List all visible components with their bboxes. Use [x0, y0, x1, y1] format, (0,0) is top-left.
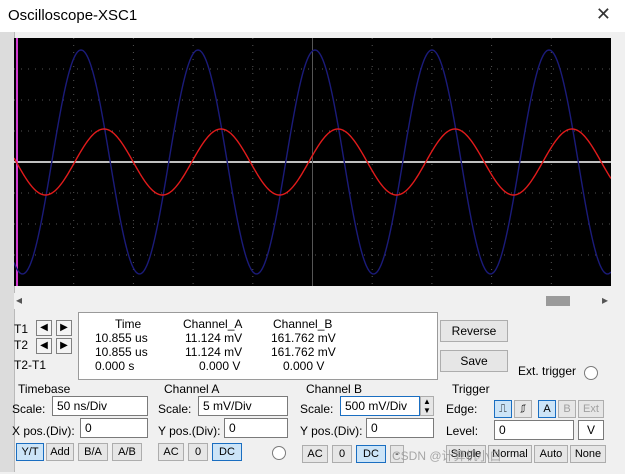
- ext-trigger-label: Ext. trigger: [518, 364, 577, 378]
- trigger-edge-label: Edge:: [446, 402, 478, 416]
- channel-b-ypos-label: Y pos.(Div):: [300, 424, 363, 438]
- mode-ab-button[interactable]: A/B: [112, 443, 142, 461]
- horizontal-scrollbar[interactable]: ◂ ▸: [14, 293, 611, 309]
- waveform-display: [14, 38, 611, 286]
- t1-label: T1: [14, 322, 29, 336]
- timebase-scale-input[interactable]: 50 ns/Div: [52, 396, 148, 416]
- t2-right-button[interactable]: ▶: [56, 338, 72, 354]
- trigger-source-a-button[interactable]: A: [538, 400, 556, 418]
- mode-ba-button[interactable]: B/A: [78, 443, 108, 461]
- t1-channel-a: 11.124 mV: [185, 331, 243, 345]
- channel-a-dc-button[interactable]: DC: [212, 443, 242, 461]
- close-icon[interactable]: ✕: [596, 4, 611, 25]
- channel-b-title: Channel B: [306, 382, 363, 396]
- t2-left-button[interactable]: ◀: [36, 338, 52, 354]
- scroll-right-icon[interactable]: ▸: [602, 293, 608, 307]
- channel-a-ac-button[interactable]: AC: [158, 443, 184, 461]
- channel-b-scale-label: Scale:: [300, 402, 334, 416]
- oscilloscope-window: Oscilloscope-XSC1 ✕ ◂ ▸ T1 T2 T2-T1 ◀ ▶ …: [0, 0, 625, 474]
- timebase-xpos-label: X pos.(Div):: [12, 424, 75, 438]
- channel-b-scale-input[interactable]: 500 mV/Div: [340, 396, 420, 416]
- header-channel-a: Channel_A: [183, 317, 243, 331]
- mode-add-button[interactable]: Add: [46, 443, 74, 461]
- timebase-scale-label: Scale:: [12, 402, 46, 416]
- trigger-none-button[interactable]: None: [570, 445, 606, 463]
- channel-a-scale-input[interactable]: 5 mV/Div: [198, 396, 288, 416]
- scroll-left-icon[interactable]: ◂: [16, 293, 22, 307]
- cursor-readout: T1 T2 T2-T1 ◀ ▶ ◀ ▶ Time Channel_A Chann…: [10, 312, 438, 380]
- trigger-auto-button[interactable]: Auto: [534, 445, 568, 463]
- falling-edge-icon[interactable]: ⎎: [514, 400, 532, 418]
- channel-a-radio[interactable]: [272, 446, 286, 460]
- t2t1-label: T2-T1: [14, 358, 47, 372]
- t1-right-button[interactable]: ▶: [56, 320, 72, 336]
- timebase-title: Timebase: [18, 382, 71, 396]
- t2-time: 10.855 us: [95, 345, 148, 359]
- channel-b-dc-button[interactable]: DC: [356, 445, 386, 463]
- t1-time: 10.855 us: [95, 331, 148, 345]
- channel-a-ypos-label: Y pos.(Div):: [158, 424, 221, 438]
- mode-yt-button[interactable]: Y/T: [16, 443, 44, 461]
- ext-trigger-radio[interactable]: [584, 366, 598, 380]
- title-bar: Oscilloscope-XSC1 ✕: [0, 0, 625, 32]
- timebase-xpos-input[interactable]: 0: [80, 418, 148, 438]
- channel-b-zero-button[interactable]: 0: [332, 445, 352, 463]
- t2-channel-b: 161.762 mV: [271, 345, 336, 359]
- channel-b-ac-button[interactable]: AC: [302, 445, 328, 463]
- channel-a-scale-label: Scale:: [158, 402, 192, 416]
- rising-edge-icon[interactable]: ⎍: [494, 400, 512, 418]
- header-channel-b: Channel_B: [273, 317, 333, 331]
- trigger-level-unit[interactable]: V: [578, 420, 604, 440]
- t2-channel-a: 11.124 mV: [185, 345, 243, 359]
- t2t1-channel-b: 0.000 V: [283, 359, 325, 373]
- t2-label: T2: [14, 338, 29, 352]
- trigger-level-label: Level:: [446, 424, 479, 438]
- header-time: Time: [115, 317, 142, 331]
- t1-channel-b: 161.762 mV: [271, 331, 336, 345]
- trigger-source-b-button[interactable]: B: [558, 400, 576, 418]
- t2t1-channel-a: 0.000 V: [199, 359, 241, 373]
- watermark-text: CSDN @计算机小白: [392, 449, 502, 463]
- channel-a-zero-button[interactable]: 0: [188, 443, 208, 461]
- channel-b-scale-spinner[interactable]: ▲ ▼: [420, 396, 434, 416]
- reverse-button[interactable]: Reverse: [440, 320, 508, 342]
- t2t1-time: 0.000 s: [95, 359, 135, 373]
- channel-b-ypos-input[interactable]: 0: [366, 418, 434, 438]
- save-button[interactable]: Save: [440, 350, 508, 372]
- t1-left-button[interactable]: ◀: [36, 320, 52, 336]
- trigger-title: Trigger: [452, 382, 490, 396]
- window-title: Oscilloscope-XSC1: [8, 7, 138, 24]
- trigger-level-input[interactable]: 0: [494, 420, 574, 440]
- channel-a-title: Channel A: [164, 382, 220, 396]
- readout-table: Time Channel_A Channel_B 10.855 us 11.12…: [78, 312, 438, 380]
- scroll-thumb[interactable]: [546, 296, 570, 306]
- oscilloscope-screen: [14, 38, 611, 286]
- trigger-source-ext-button[interactable]: Ext: [578, 400, 604, 418]
- channel-a-ypos-input[interactable]: 0: [224, 418, 288, 438]
